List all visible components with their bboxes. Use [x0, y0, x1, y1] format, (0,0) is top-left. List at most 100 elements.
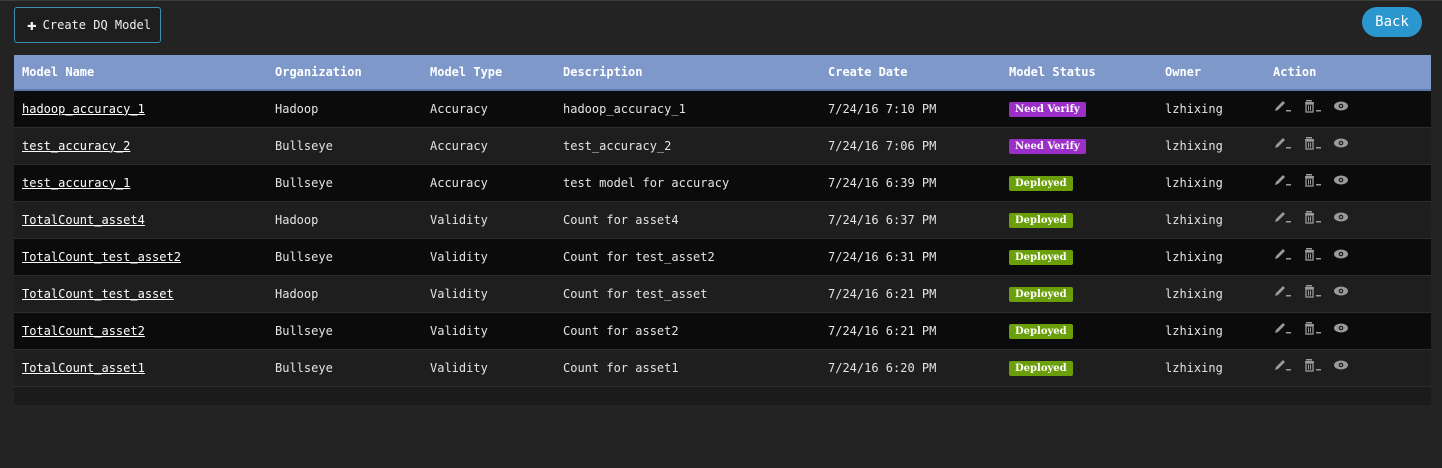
- header-model-name[interactable]: Model Name: [14, 55, 267, 91]
- cell-model-name: TotalCount_test_asset2: [14, 238, 267, 276]
- cell-model-type: Validity: [422, 349, 555, 387]
- cell-owner: lzhixing: [1157, 127, 1265, 165]
- cell-model-name: TotalCount_asset1: [14, 349, 267, 387]
- model-name-link[interactable]: TotalCount_test_asset2: [22, 250, 181, 264]
- header-organization[interactable]: Organization: [267, 55, 422, 91]
- table-header-row: Model Name Organization Model Type Descr…: [14, 55, 1431, 91]
- cell-create-date: 7/24/16 7:06 PM: [820, 127, 1001, 165]
- eye-icon[interactable]: [1333, 284, 1363, 300]
- trash-icon[interactable]: [1303, 99, 1333, 115]
- table-row: test_accuracy_2 Bullseye Accuracy test_accu…: [14, 127, 1431, 165]
- trash-icon[interactable]: [1303, 284, 1333, 300]
- status-badge: Deployed: [1009, 175, 1073, 191]
- eye-icon[interactable]: [1333, 210, 1363, 226]
- model-name-link[interactable]: test_accuracy_2: [22, 139, 130, 153]
- pencil-icon[interactable]: [1273, 358, 1303, 374]
- models-table: Model Name Organization Model Type Descr…: [14, 55, 1431, 387]
- trash-icon[interactable]: [1303, 173, 1333, 189]
- cell-model-type: Validity: [422, 201, 555, 239]
- model-name-link[interactable]: TotalCount_asset4: [22, 213, 145, 227]
- cell-action: [1265, 275, 1431, 313]
- cell-owner: lzhixing: [1157, 238, 1265, 276]
- pencil-icon[interactable]: [1273, 247, 1303, 263]
- cell-model-type: Accuracy: [422, 90, 555, 128]
- cell-organization: Bullseye: [267, 238, 422, 276]
- cell-description: Count for test_asset: [555, 275, 820, 313]
- cell-model-status: Deployed: [1001, 201, 1157, 239]
- header-create-date[interactable]: Create Date: [820, 55, 1001, 91]
- eye-icon[interactable]: [1333, 321, 1363, 337]
- cell-owner: lzhixing: [1157, 164, 1265, 202]
- model-name-link[interactable]: TotalCount_asset1: [22, 361, 145, 375]
- cell-model-name: test_accuracy_1: [14, 164, 267, 202]
- pencil-icon[interactable]: [1273, 136, 1303, 152]
- header-model-status[interactable]: Model Status: [1001, 55, 1157, 91]
- cell-description: Count for asset4: [555, 201, 820, 239]
- header-description[interactable]: Description: [555, 55, 820, 91]
- cell-model-status: Need Verify: [1001, 127, 1157, 165]
- cell-owner: lzhixing: [1157, 201, 1265, 239]
- status-badge: Deployed: [1009, 212, 1073, 228]
- cell-owner: lzhixing: [1157, 312, 1265, 350]
- cell-action: [1265, 349, 1431, 387]
- cell-create-date: 7/24/16 6:21 PM: [820, 275, 1001, 313]
- cell-model-status: Deployed: [1001, 312, 1157, 350]
- cell-organization: Bullseye: [267, 349, 422, 387]
- cell-organization: Hadoop: [267, 90, 422, 128]
- eye-icon[interactable]: [1333, 358, 1363, 374]
- back-label: Back: [1375, 14, 1409, 30]
- cell-organization: Hadoop: [267, 201, 422, 239]
- trash-icon[interactable]: [1303, 358, 1333, 374]
- cell-create-date: 7/24/16 6:31 PM: [820, 238, 1001, 276]
- cell-model-name: TotalCount_test_asset: [14, 275, 267, 313]
- table-row: test_accuracy_1 Bullseye Accuracy test mode…: [14, 164, 1431, 202]
- cell-action: [1265, 164, 1431, 202]
- trash-icon[interactable]: [1303, 136, 1333, 152]
- header-owner[interactable]: Owner: [1157, 55, 1265, 91]
- header-model-type[interactable]: Model Type: [422, 55, 555, 91]
- cell-owner: lzhixing: [1157, 90, 1265, 128]
- cell-model-status: Deployed: [1001, 275, 1157, 313]
- cell-action: [1265, 127, 1431, 165]
- trash-icon[interactable]: [1303, 247, 1333, 263]
- status-badge: Deployed: [1009, 360, 1073, 376]
- cell-description: Count for test_asset2: [555, 238, 820, 276]
- model-name-link[interactable]: hadoop_accuracy_1: [22, 102, 145, 116]
- cell-model-type: Validity: [422, 312, 555, 350]
- pencil-icon[interactable]: [1273, 321, 1303, 337]
- cell-organization: Bullseye: [267, 312, 422, 350]
- table-row: hadoop_accuracy_1 Hadoop Accuracy hadoop_ac…: [14, 90, 1431, 128]
- cell-action: [1265, 90, 1431, 128]
- status-badge: Deployed: [1009, 323, 1073, 339]
- cell-description: test model for accuracy: [555, 164, 820, 202]
- pencil-icon[interactable]: [1273, 210, 1303, 226]
- back-button[interactable]: Back: [1362, 7, 1422, 37]
- eye-icon[interactable]: [1333, 247, 1363, 263]
- model-name-link[interactable]: test_accuracy_1: [22, 176, 130, 190]
- cell-create-date: 7/24/16 6:39 PM: [820, 164, 1001, 202]
- cell-owner: lzhixing: [1157, 349, 1265, 387]
- cell-action: [1265, 312, 1431, 350]
- eye-icon[interactable]: [1333, 99, 1363, 115]
- status-badge: Need Verify: [1009, 101, 1086, 117]
- model-name-link[interactable]: TotalCount_asset2: [22, 324, 145, 338]
- cell-model-type: Accuracy: [422, 127, 555, 165]
- create-dq-model-button[interactable]: ✚ Create DQ Model: [14, 7, 161, 43]
- models-table-panel: Model Name Organization Model Type Descr…: [14, 55, 1431, 405]
- pencil-icon[interactable]: [1273, 173, 1303, 189]
- cell-model-name: hadoop_accuracy_1: [14, 90, 267, 128]
- pencil-icon[interactable]: [1273, 99, 1303, 115]
- trash-icon[interactable]: [1303, 321, 1333, 337]
- cell-organization: Bullseye: [267, 164, 422, 202]
- eye-icon[interactable]: [1333, 136, 1363, 152]
- cell-model-status: Deployed: [1001, 238, 1157, 276]
- cell-model-type: Validity: [422, 238, 555, 276]
- cell-model-type: Accuracy: [422, 164, 555, 202]
- model-name-link[interactable]: TotalCount_test_asset: [22, 287, 174, 301]
- cell-model-name: TotalCount_asset4: [14, 201, 267, 239]
- table-row: TotalCount_asset4 Hadoop Validity Count for…: [14, 201, 1431, 239]
- trash-icon[interactable]: [1303, 210, 1333, 226]
- eye-icon[interactable]: [1333, 173, 1363, 189]
- cell-description: hadoop_accuracy_1: [555, 90, 820, 128]
- pencil-icon[interactable]: [1273, 284, 1303, 300]
